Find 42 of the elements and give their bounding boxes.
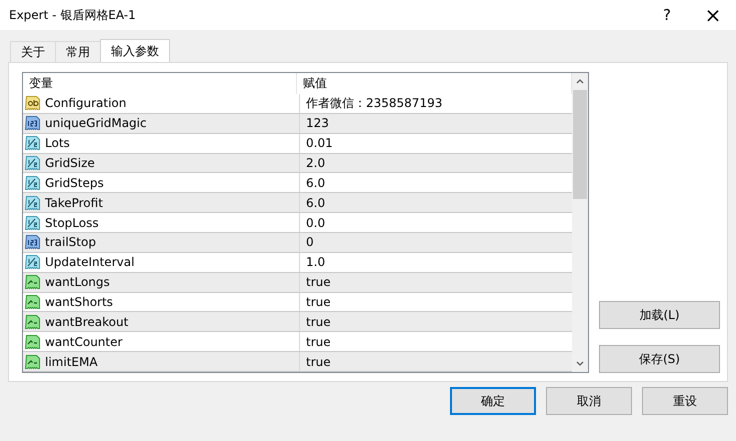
parameter-value: true — [306, 314, 331, 329]
parameter-value: 2.0 — [306, 156, 326, 170]
parameter-value: 作者微信：2358587193 — [306, 94, 442, 112]
dialog-button[interactable]: 取消 — [546, 387, 632, 415]
parameter-name: Lots — [45, 136, 70, 150]
parameter-value: true — [306, 334, 331, 349]
parameter-name: wantBreakout — [45, 314, 128, 329]
parameter-name: TakeProfit — [45, 196, 103, 210]
parameter-name: StopLoss — [45, 216, 99, 230]
parameter-value: true — [306, 275, 331, 290]
parameter-name: wantLongs — [45, 275, 110, 290]
parameter-name: Configuration — [45, 96, 126, 110]
tab[interactable]: 关于 — [10, 41, 56, 62]
parameter-value: 123 — [306, 116, 329, 130]
side-button[interactable]: 加载(L) — [599, 301, 720, 329]
parameter-value: 6.0 — [306, 176, 326, 190]
scrollbar-thumb[interactable] — [573, 90, 587, 199]
parameter-value: 6.0 — [306, 196, 326, 210]
parameter-value: true — [306, 295, 331, 310]
parameter-value: 0 — [306, 235, 314, 250]
scroll-down-icon[interactable] — [576, 361, 584, 366]
window-title: Expert - 银盾网格EA-1 — [9, 6, 137, 24]
close-button[interactable]: × — [690, 3, 736, 27]
parameter-name: UpdateInterval — [45, 255, 134, 270]
parameter-value: 0.0 — [306, 216, 326, 230]
dialog-button[interactable]: 确定 — [450, 387, 536, 415]
scroll-up-icon[interactable] — [576, 79, 584, 84]
side-button[interactable]: 保存(S) — [599, 345, 720, 373]
parameter-name: wantCounter — [45, 334, 122, 349]
tab[interactable]: 输入参数 — [100, 39, 170, 62]
dialog-button[interactable]: 重设 — [642, 387, 728, 415]
parameter-value: true — [306, 354, 331, 369]
parameter-name: GridSize — [45, 156, 95, 170]
parameter-name: limitEMA — [45, 354, 98, 369]
parameter-name: trailStop — [45, 235, 96, 250]
parameter-name: wantShorts — [45, 295, 113, 310]
parameter-value: 0.01 — [306, 136, 333, 150]
scrollbar[interactable] — [572, 73, 588, 372]
parameter-name: GridSteps — [45, 176, 104, 190]
help-button[interactable]: ? — [644, 6, 690, 24]
parameter-name: uniqueGridMagic — [45, 116, 147, 130]
parameter-value: 1.0 — [306, 255, 326, 270]
